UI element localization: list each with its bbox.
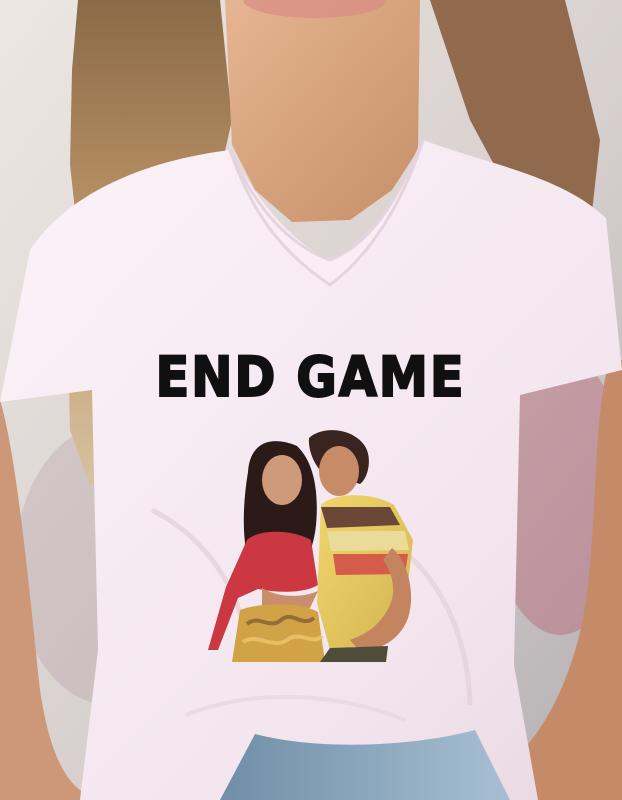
shirt-print-text: END GAME bbox=[155, 344, 466, 410]
tshirt-photo: END GAME bbox=[0, 0, 622, 800]
man-shirt-stripe bbox=[321, 507, 400, 528]
man-shirt-stripe bbox=[327, 531, 409, 551]
man-face bbox=[319, 446, 359, 496]
woman-skirt bbox=[232, 604, 325, 662]
man-pants bbox=[320, 646, 388, 662]
woman-face bbox=[262, 455, 302, 505]
